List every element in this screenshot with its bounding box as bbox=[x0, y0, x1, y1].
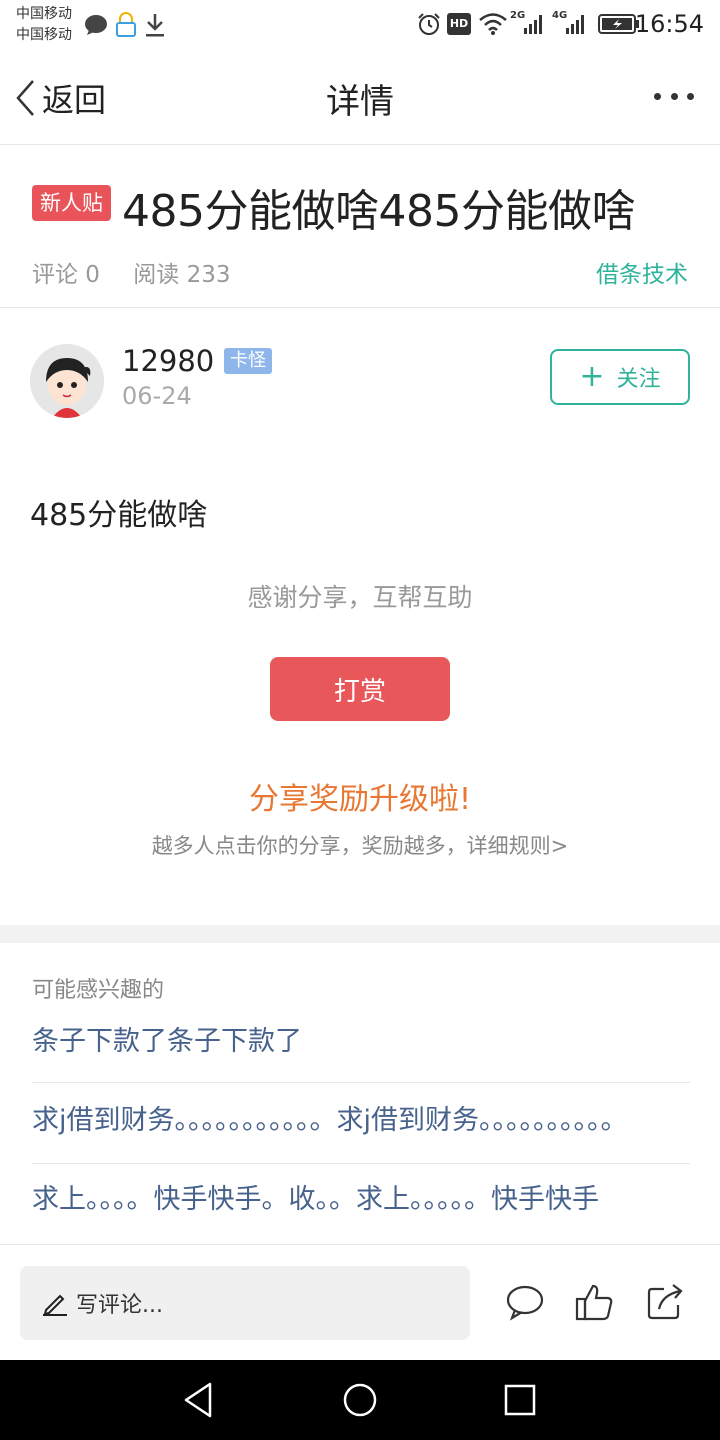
post-meta: 评论 0 阅读 233 bbox=[32, 255, 256, 289]
section-divider bbox=[0, 925, 720, 943]
download-icon bbox=[146, 14, 164, 37]
comment-input[interactable]: 写评论... bbox=[20, 1266, 470, 1340]
post-body-text: 485分能做啥 bbox=[30, 498, 208, 533]
nav-bar: 返回 详情 bbox=[0, 50, 720, 145]
message-icon bbox=[85, 15, 107, 35]
thanks-text: 感谢分享，互帮互助 bbox=[247, 583, 473, 612]
lock-icon bbox=[116, 12, 136, 37]
android-back-icon[interactable] bbox=[180, 1380, 220, 1420]
avatar-image bbox=[30, 344, 104, 418]
share-icon[interactable] bbox=[644, 1281, 686, 1323]
comment-placeholder: 写评论... bbox=[76, 1293, 163, 1318]
battery-icon bbox=[598, 14, 639, 34]
signal-2g-label: 2G bbox=[510, 10, 526, 21]
android-recents-icon[interactable] bbox=[500, 1380, 540, 1420]
author-level-tag: 卡怪 bbox=[224, 348, 272, 374]
share-reward-title: 分享奖励升级啦! bbox=[248, 782, 472, 817]
page-title: 详情 bbox=[326, 82, 394, 122]
signal-4g-label: 4G bbox=[552, 10, 568, 21]
related-item[interactable]: 条子下款了条子下款了 bbox=[32, 1010, 690, 1083]
related-item[interactable]: 求上。。。。快手快手。收。。求上。。。。。快手快手 bbox=[32, 1164, 690, 1214]
alarm-icon bbox=[418, 13, 440, 35]
related-item[interactable]: 求j借到财务。。。。。。。。。。。求j借到财务。。。。。。。。。。 bbox=[32, 1083, 690, 1164]
comment-count: 评论 0 bbox=[32, 262, 100, 288]
more-icon[interactable] bbox=[654, 86, 694, 106]
signal-icon bbox=[566, 15, 584, 34]
related-list: 条子下款了条子下款了 求j借到财务。。。。。。。。。。。求j借到财务。。。。。。… bbox=[32, 1010, 690, 1214]
pencil-icon bbox=[43, 1294, 67, 1316]
signal-icon bbox=[524, 15, 542, 34]
read-count: 阅读 233 bbox=[133, 262, 231, 288]
post-title: 485分能做啥485分能做啥 bbox=[122, 186, 635, 237]
post-header: 新人贴 485分能做啥485分能做啥 评论 0 阅读 233 借条技术 bbox=[0, 145, 720, 308]
status-bar: 中国移动 中国移动 HD 2G 4G 16:54 bbox=[0, 0, 720, 50]
thumbs-up-icon[interactable] bbox=[574, 1281, 616, 1323]
bottom-action-bar: 写评论... bbox=[0, 1244, 720, 1360]
comment-icon[interactable] bbox=[504, 1281, 546, 1323]
plus-icon: + bbox=[579, 359, 605, 394]
hd-label: HD bbox=[447, 13, 471, 35]
avatar[interactable] bbox=[30, 344, 104, 418]
author-row: 12980 卡怪 06-24 + 关注 bbox=[0, 308, 720, 448]
android-nav-bar bbox=[0, 1360, 720, 1440]
follow-label: 关注 bbox=[616, 367, 661, 392]
carrier-label-2: 中国移动 bbox=[16, 27, 72, 43]
category-link[interactable]: 借条技术 bbox=[596, 255, 688, 289]
clock: 16:54 bbox=[634, 10, 704, 38]
follow-button[interactable]: + 关注 bbox=[550, 349, 690, 405]
android-home-icon[interactable] bbox=[340, 1380, 380, 1420]
new-post-badge: 新人贴 bbox=[32, 185, 111, 221]
related-header: 可能感兴趣的 bbox=[32, 978, 165, 1003]
reward-button[interactable]: 打赏 bbox=[270, 657, 450, 721]
share-rules-link[interactable]: 越多人点击你的分享，奖励越多，详细规则> bbox=[0, 830, 720, 860]
carrier-label-1: 中国移动 bbox=[16, 6, 72, 22]
author-name[interactable]: 12980 bbox=[122, 344, 214, 378]
wifi-icon bbox=[479, 13, 507, 35]
post-date: 06-24 bbox=[122, 382, 192, 410]
